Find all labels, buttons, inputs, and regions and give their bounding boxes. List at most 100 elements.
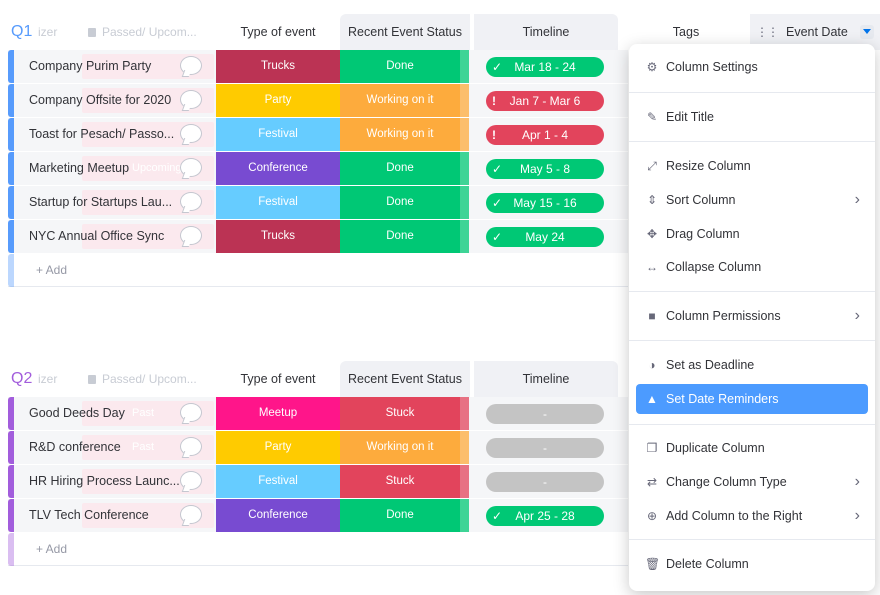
table-row[interactable]: Past Good Deeds Day Meetup Stuck - — [8, 397, 628, 430]
add-item-input[interactable]: + Add — [36, 254, 67, 287]
menu-item-edit-title[interactable]: ✎ Edit Title — [636, 102, 868, 132]
timeline-column-header[interactable]: Timeline — [474, 361, 618, 397]
type-cell[interactable]: Conference — [216, 152, 340, 185]
item-name[interactable]: Company Purim Party — [29, 50, 151, 83]
timeline-column-header[interactable]: Timeline — [474, 14, 618, 50]
status-column-header[interactable]: Recent Event Status — [340, 361, 470, 397]
chevron-right-icon: › — [854, 191, 860, 208]
group-header: Q1 izer Passed/ Upcom... Type of event Recen… — [8, 14, 628, 50]
timeline-pill[interactable]: ! Jan 7 - Mar 6 — [486, 91, 604, 111]
type-cell[interactable]: Meetup — [216, 397, 340, 430]
lock-icon: ■ — [648, 309, 656, 323]
timeline-pill[interactable]: - — [486, 438, 604, 458]
menu-item-set-date-reminders[interactable]: ▲ Set Date Reminders — [636, 384, 868, 414]
type-cell[interactable]: Festival — [216, 186, 340, 219]
table-row[interactable]: Startup for Startups Lau... Festival Done ✓… — [8, 186, 628, 219]
menu-item-column-settings[interactable]: ⚙ Column Settings — [636, 52, 868, 82]
menu-item-resize-column[interactable]: ⤢ Resize Column — [636, 151, 868, 181]
item-name[interactable]: Toast for Pesach/ Passo... — [29, 118, 174, 151]
comment-bubble-icon[interactable] — [180, 505, 202, 524]
status-cell[interactable]: Working on it — [340, 118, 460, 151]
status-cell[interactable]: Done — [340, 50, 460, 83]
menu-item-delete-column[interactable]: 🗑 Delete Column — [636, 549, 868, 579]
comment-bubble-icon[interactable] — [180, 226, 202, 245]
status-cell[interactable]: Done — [340, 499, 460, 532]
half-circle-icon: ◑ — [648, 358, 656, 372]
menu-item-duplicate-column[interactable]: ❐ Duplicate Column — [636, 433, 868, 463]
timeline-pill[interactable]: ✓ Mar 18 - 24 — [486, 57, 604, 77]
type-cell[interactable]: Trucks — [216, 50, 340, 83]
group-color-bar — [8, 499, 14, 532]
type-cell[interactable]: Festival — [216, 118, 340, 151]
timeline-pill[interactable]: - — [486, 472, 604, 492]
add-item-row[interactable]: + Add — [8, 533, 628, 566]
comment-bubble-icon[interactable] — [180, 437, 202, 456]
table-row[interactable]: Past R&D conference Party Working on it - — [8, 431, 628, 464]
comment-bubble-icon[interactable] — [180, 90, 202, 109]
timeline-pill[interactable]: ✓ Apr 25 - 28 — [486, 506, 604, 526]
status-cell[interactable]: Done — [340, 152, 460, 185]
add-item-row[interactable]: + Add — [8, 254, 628, 287]
type-cell[interactable]: Festival — [216, 465, 340, 498]
comment-bubble-icon[interactable] — [180, 56, 202, 75]
menu-item-collapse-column[interactable]: ↔ Collapse Column — [636, 252, 868, 282]
status-cell[interactable]: Done — [340, 186, 460, 219]
menu-item-sort-column[interactable]: ⇕ Sort Column › — [636, 185, 868, 215]
comment-bubble-icon[interactable] — [180, 192, 202, 211]
item-name[interactable]: Marketing Meetup — [29, 152, 129, 185]
add-item-input[interactable]: + Add — [36, 533, 67, 566]
item-name[interactable]: Startup for Startups Lau... — [29, 186, 172, 219]
status-cell[interactable]: Done — [340, 220, 460, 253]
table-row[interactable]: Company Offsite for 2020 Party Working on … — [8, 84, 628, 117]
item-name[interactable]: Good Deeds Day — [29, 397, 125, 430]
status-cell[interactable]: Working on it — [340, 84, 460, 117]
status-cell[interactable]: Stuck — [340, 397, 460, 430]
status-cell-edge — [460, 118, 469, 151]
comment-bubble-icon[interactable] — [180, 124, 202, 143]
group-title[interactable]: Q2 — [11, 370, 32, 388]
status-cell[interactable]: Working on it — [340, 431, 460, 464]
menu-divider — [629, 291, 875, 292]
type-cell[interactable]: Conference — [216, 499, 340, 532]
trash-icon: 🗑 — [645, 557, 661, 571]
group-title[interactable]: Q1 — [11, 23, 32, 41]
timeline-pill[interactable]: ! Apr 1 - 4 — [486, 125, 604, 145]
menu-item-change-column-type[interactable]: ⇄ Change Column Type › — [636, 467, 868, 497]
table-row[interactable]: TLV Tech Conference Conference Done ✓ Apr 25… — [8, 499, 628, 532]
menu-item-add-column-right[interactable]: ⊕ Add Column to the Right › — [636, 501, 868, 531]
type-cell[interactable]: Trucks — [216, 220, 340, 253]
type-column-header[interactable]: Type of event — [216, 361, 340, 397]
check-icon: ✓ — [492, 162, 503, 176]
comment-bubble-icon[interactable] — [180, 403, 202, 422]
table-row[interactable]: Upcoming Marketing Meetup Conference Done ✓ M… — [8, 152, 628, 185]
table-row[interactable]: NYC Annual Office Sync Trucks Done ✓ May 24 — [8, 220, 628, 253]
timeline-pill[interactable]: ✓ May 24 — [486, 227, 604, 247]
item-name[interactable]: Company Offsite for 2020 — [29, 84, 171, 117]
item-name[interactable]: HR Hiring Process Launc... — [29, 465, 180, 498]
status-column-header[interactable]: Recent Event Status — [340, 14, 470, 50]
menu-item-column-permissions[interactable]: ■ Column Permissions › — [636, 301, 868, 331]
check-icon: ✓ — [492, 196, 503, 210]
timeline-pill[interactable]: - — [486, 404, 604, 424]
status-cell-edge — [460, 397, 469, 430]
menu-item-set-as-deadline[interactable]: ◑ Set as Deadline — [636, 350, 868, 380]
table-row[interactable]: Toast for Pesach/ Passo... Festival Workin… — [8, 118, 628, 151]
table-row[interactable]: Company Purim Party Trucks Done ✓ Mar 18 - 2… — [8, 50, 628, 83]
item-name[interactable]: TLV Tech Conference — [29, 499, 149, 532]
status-cell[interactable]: Stuck — [340, 465, 460, 498]
item-name[interactable]: NYC Annual Office Sync — [29, 220, 164, 253]
comment-bubble-icon[interactable] — [180, 471, 202, 490]
timeline-pill[interactable]: ✓ May 15 - 16 — [486, 193, 604, 213]
column-menu-dropdown-icon[interactable] — [860, 25, 874, 39]
type-cell[interactable]: Party — [216, 84, 340, 117]
group-color-bar — [8, 220, 14, 253]
item-name[interactable]: R&D conference — [29, 431, 121, 464]
type-column-header[interactable]: Type of event — [216, 14, 340, 50]
comment-bubble-icon[interactable] — [180, 158, 202, 177]
menu-item-label: Column Settings — [666, 60, 758, 74]
menu-item-drag-column[interactable]: ✥ Drag Column — [636, 219, 868, 249]
table-row[interactable]: HR Hiring Process Launc... Festival Stuck - — [8, 465, 628, 498]
timeline-pill[interactable]: ✓ May 5 - 8 — [486, 159, 604, 179]
group-q1: Q1 izer Passed/ Upcom... Type of event Recen… — [8, 14, 628, 287]
type-cell[interactable]: Party — [216, 431, 340, 464]
